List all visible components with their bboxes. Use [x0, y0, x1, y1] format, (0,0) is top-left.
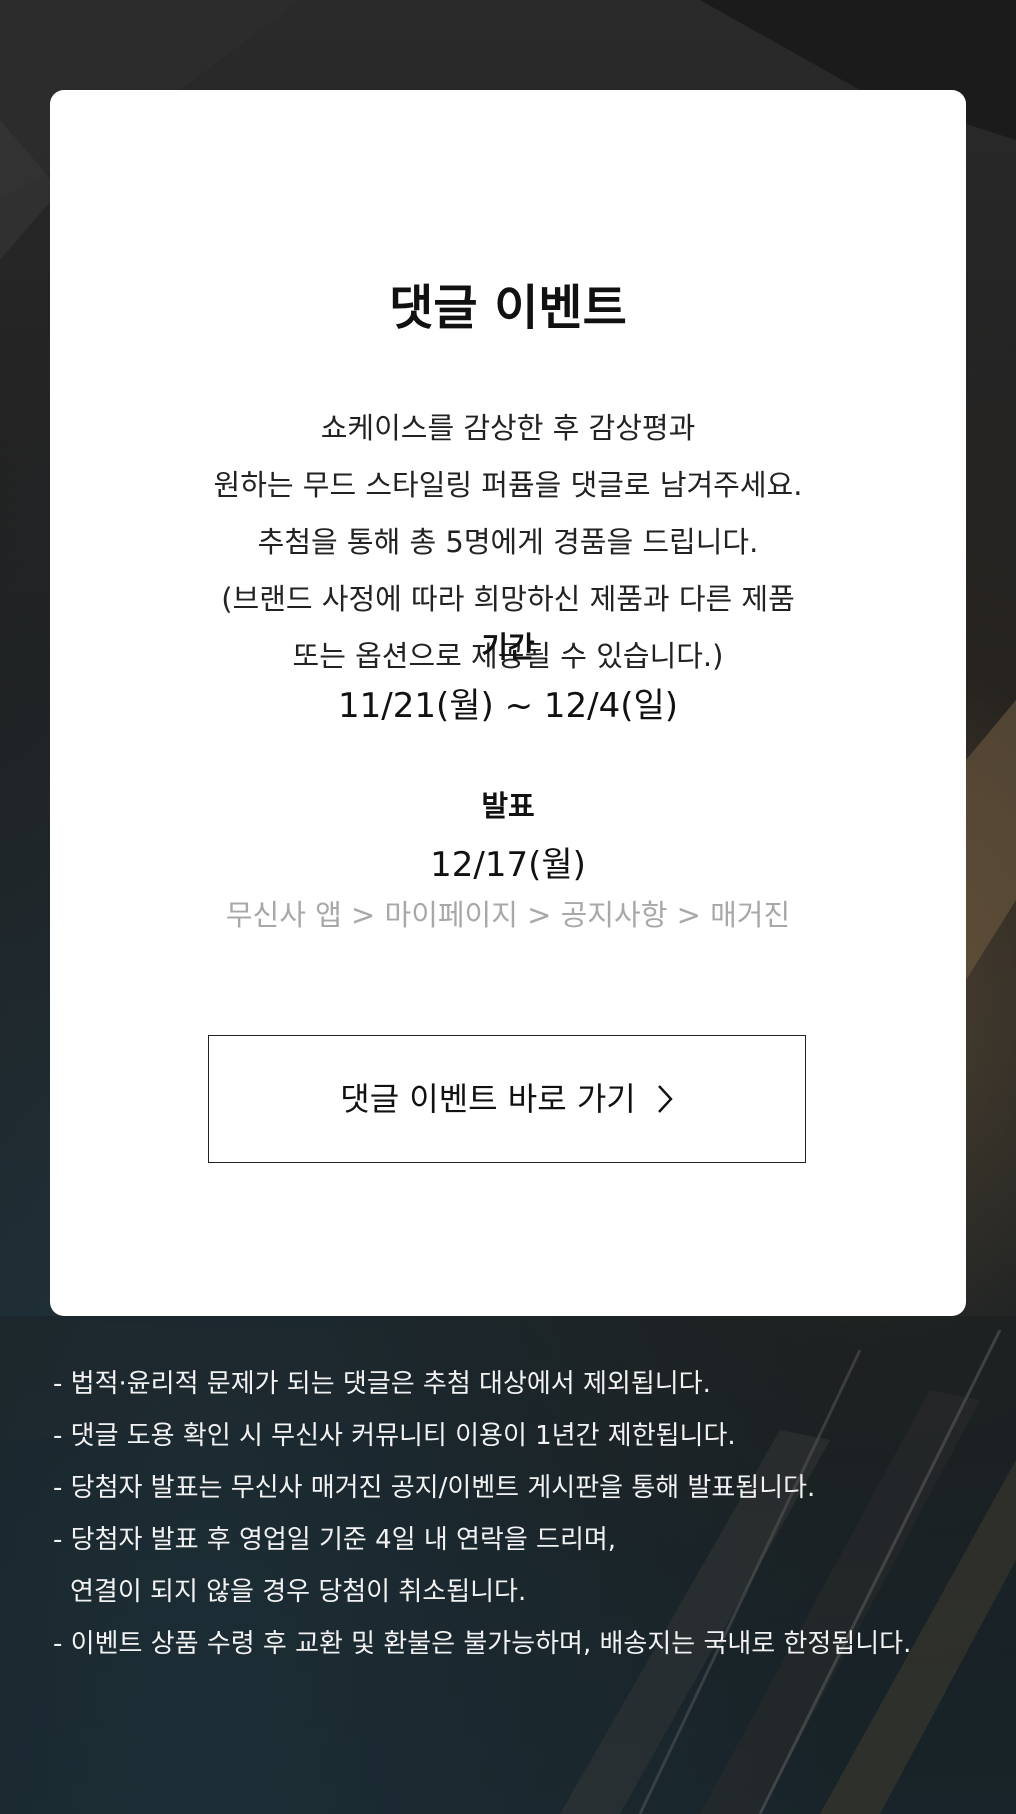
note-item: - 당첨자 발표 후 영업일 기준 4일 내 연락을 드리며,	[53, 1525, 617, 1555]
announce-label: 발표	[481, 789, 535, 823]
go-to-comment-event-button[interactable]: 댓글 이벤트 바로 가기	[208, 1035, 806, 1163]
event-card: 댓글 이벤트 쇼케이스를 감상한 후 감상평과 원하는 무드 스타일링 퍼퓸을 …	[50, 90, 966, 1316]
event-notes: - 법적·윤리적 문제가 되는 댓글은 추첨 대상에서 제외됩니다. - 댓글 …	[53, 1358, 1013, 1670]
note-item: - 댓글 도용 확인 시 무신사 커뮤니티 이용이 1년간 제한됩니다.	[53, 1421, 736, 1451]
announce-value: 12/17(월)	[430, 845, 586, 885]
note-item: - 법적·윤리적 문제가 되는 댓글은 추첨 대상에서 제외됩니다.	[53, 1369, 711, 1399]
chevron-right-icon	[656, 1083, 674, 1115]
description-line: (브랜드 사정에 따라 희망하신 제품과 다른 제품	[221, 582, 795, 616]
button-label: 댓글 이벤트 바로 가기	[340, 1080, 636, 1118]
note-item: - 당첨자 발표는 무신사 매거진 공지/이벤트 게시판을 통해 발표됩니다.	[53, 1473, 816, 1503]
description-line: 추첨을 통해 총 5명에게 경품을 드립니다.	[257, 525, 759, 559]
note-item-continuation: 연결이 되지 않을 경우 당첨이 취소됩니다.	[70, 1577, 527, 1607]
period-value: 11/21(월) ~ 12/4(일)	[337, 686, 679, 726]
description-line: 쇼케이스를 감상한 후 감상평과	[320, 411, 696, 445]
announce-path: 무신사 앱 > 마이페이지 > 공지사항 > 매거진	[225, 898, 791, 932]
event-title: 댓글 이벤트	[389, 280, 627, 336]
description-line: 원하는 무드 스타일링 퍼퓸을 댓글로 남겨주세요.	[213, 468, 803, 502]
note-item: - 이벤트 상품 수령 후 교환 및 환불은 불가능하며, 배송지는 국내로 한…	[53, 1629, 912, 1659]
period-label: 기간	[481, 630, 535, 664]
